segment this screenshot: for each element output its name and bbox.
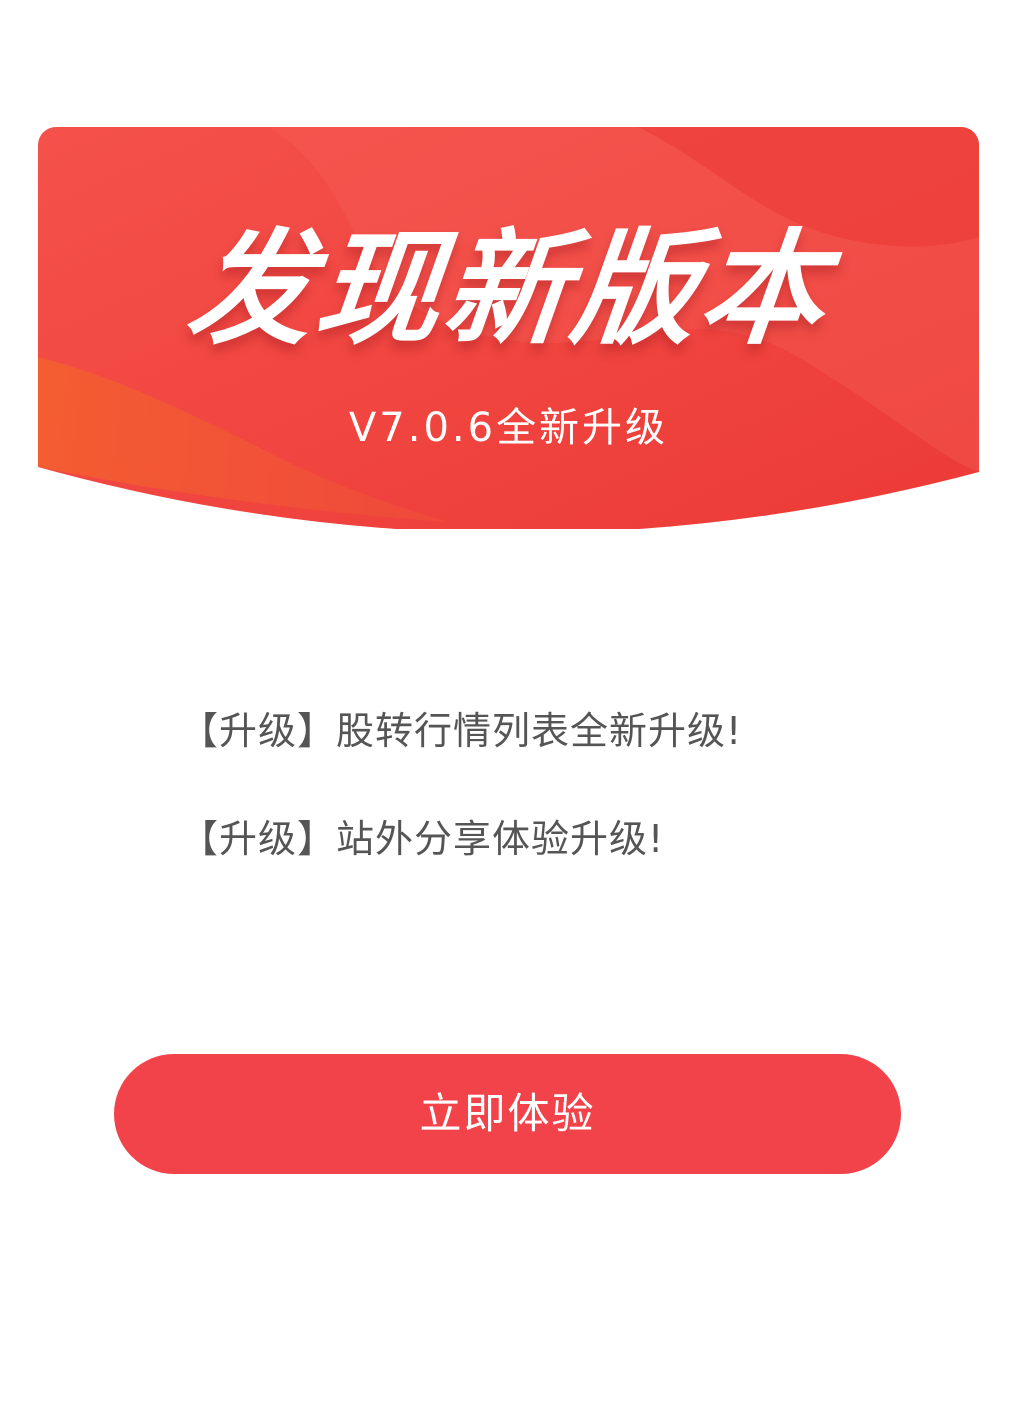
update-dialog: 发现新版本 V7.0.6全新升级 【升级】股转行情列表全新升级! 【升级】站外分… bbox=[38, 127, 979, 1287]
release-notes-list: 【升级】股转行情列表全新升级! 【升级】站外分享体验升级! bbox=[180, 702, 920, 918]
try-now-button[interactable]: 立即体验 bbox=[114, 1054, 901, 1174]
release-note-item: 【升级】站外分享体验升级! bbox=[180, 817, 665, 861]
version-subtitle: V7.0.6全新升级 bbox=[348, 405, 669, 451]
dialog-header-banner: 发现新版本 V7.0.6全新升级 bbox=[38, 127, 979, 529]
dialog-title: 发现新版本 bbox=[180, 218, 837, 362]
release-note-item: 【升级】股转行情列表全新升级! bbox=[180, 709, 743, 753]
